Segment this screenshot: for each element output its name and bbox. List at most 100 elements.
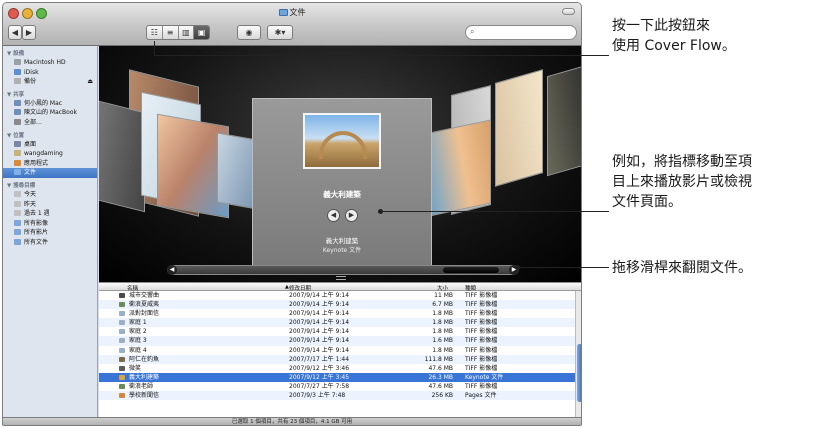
sidebar-item-label: 桌面 xyxy=(24,140,37,148)
search-icon: ⌕ xyxy=(470,27,475,36)
cover-flow-button[interactable]: ▣ xyxy=(194,26,209,39)
cell-name: 家庭 4 xyxy=(129,346,147,354)
sidebar-item[interactable]: 何小鳳的 Mac xyxy=(3,99,97,109)
view-mode-control[interactable]: ☷ ≡ ▥ ▣ xyxy=(146,25,210,40)
cell-date: 2007/9/14 上午 9:14 xyxy=(289,337,350,345)
file-icon xyxy=(119,374,125,380)
cell-date: 2007/9/14 上午 9:14 xyxy=(289,328,350,336)
sidebar-item[interactable]: 應用程式 xyxy=(3,159,97,169)
table-row[interactable]: 衝浪夏威夷 2007/9/14 上午 9:14 6.7 MB TIFF 影像檔 xyxy=(99,300,575,310)
cell-size: 26.3 MB xyxy=(428,373,453,381)
slider-thumb[interactable] xyxy=(443,267,499,273)
cell-name: 學校新聞信 xyxy=(129,392,160,400)
file-icon xyxy=(119,320,125,326)
colosseum-thumbnail xyxy=(303,113,381,169)
cell-date: 2007/9/14 上午 9:14 xyxy=(289,310,350,318)
sidebar-item[interactable]: Macintosh HD xyxy=(3,58,97,68)
smart-folder-icon xyxy=(14,219,21,226)
slider-left-arrow[interactable]: ◀ xyxy=(167,265,177,275)
table-row[interactable]: 家庭 1 2007/9/14 上午 9:14 1.8 MB TIFF 影像檔 xyxy=(99,318,575,328)
cover-flow-slider[interactable]: ◀ ▶ xyxy=(167,265,519,275)
file-icon xyxy=(119,356,125,362)
table-row[interactable]: 家庭 3 2007/9/14 上午 9:14 1.6 MB TIFF 影像檔 xyxy=(99,336,575,346)
cell-name: 家庭 1 xyxy=(129,319,147,327)
file-icon xyxy=(119,311,125,317)
resize-grip[interactable] xyxy=(336,276,346,280)
leader-line xyxy=(154,55,609,56)
cover-item[interactable] xyxy=(99,99,145,213)
sidebar-section-header[interactable]: ▼ 位置 xyxy=(3,128,97,140)
list-scrollbar[interactable] xyxy=(575,291,581,417)
file-icon xyxy=(119,383,125,389)
table-row[interactable]: 學校新聞信 2007/9/3 上午 7:48 256 KB Pages 文件 xyxy=(99,391,575,401)
table-row[interactable]: 派對封面信 2007/9/14 上午 9:14 1.8 MB TIFF 影像檔 xyxy=(99,309,575,318)
cell-size: 1.8 MB xyxy=(432,346,453,354)
sidebar-section-header[interactable]: ▼ 搜尋目標 xyxy=(3,178,97,190)
file-icon xyxy=(119,329,125,335)
column-view-button[interactable]: ▥ xyxy=(179,26,195,39)
file-icon xyxy=(119,302,125,308)
previous-page-button[interactable]: ◀ xyxy=(327,209,340,222)
cover-item-beach-photo[interactable] xyxy=(429,119,491,217)
forward-button[interactable]: ▶ xyxy=(22,25,36,40)
search-field[interactable]: ⌕ xyxy=(465,25,577,40)
cell-name: 家庭 3 xyxy=(129,337,147,345)
sidebar-item-label: wangdaming xyxy=(24,150,63,158)
table-row[interactable]: 家庭 4 2007/9/14 上午 9:14 1.8 MB TIFF 影像檔 xyxy=(99,346,575,355)
smart-folder-icon xyxy=(14,229,21,236)
sidebar-item[interactable]: 桌面 xyxy=(3,140,97,150)
cell-kind: TIFF 影像檔 xyxy=(465,310,498,318)
list-header: 名稱 ▲ 修改日期 大小 種類 xyxy=(99,282,581,292)
sidebar-item[interactable]: wangdaming xyxy=(3,149,97,159)
table-row[interactable]: 衝浪老師 2007/7/27 上午 7:58 47.6 MB TIFF 影像檔 xyxy=(99,382,575,391)
sidebar-item-label: 何小鳳的 Mac xyxy=(24,99,63,107)
sidebar-item-label: 過去 1 週 xyxy=(24,210,50,218)
leader-line xyxy=(380,211,609,212)
computer-icon xyxy=(14,99,21,106)
sidebar-item-label: 應用程式 xyxy=(24,159,49,167)
cell-name: 阿仁在釣魚 xyxy=(129,355,160,363)
callout-text: 文件頁面。 xyxy=(612,194,682,210)
cover-flow-area[interactable]: 義大利建築 ◀ ▶ 義大利建築 Keynote 文件 ◀ ▶ xyxy=(99,46,581,282)
eject-icon[interactable]: ⏏ xyxy=(87,77,93,87)
table-row[interactable]: 城市交響曲 2007/9/14 上午 9:14 11 MB TIFF 影像檔 xyxy=(99,291,575,300)
table-row[interactable]: 義大利建築 2007/9/12 上午 3:45 26.3 MB Keynote 文件 xyxy=(99,372,575,382)
next-page-button[interactable]: ▶ xyxy=(345,209,358,222)
toolbar-toggle-button[interactable] xyxy=(562,8,575,15)
table-row[interactable]: 微笑 2007/9/12 上午 3:46 47.6 MB TIFF 影像檔 xyxy=(99,364,575,373)
sidebar-item[interactable]: 所有影像 xyxy=(3,219,97,229)
file-icon xyxy=(119,347,125,353)
sidebar-item[interactable]: 全部… xyxy=(3,118,97,128)
sidebar-item[interactable]: 所有影片 xyxy=(3,228,97,238)
cover-title: 義大利建築 xyxy=(323,190,361,199)
table-row[interactable]: 家庭 2 2007/9/14 上午 9:14 1.8 MB TIFF 影像檔 xyxy=(99,327,575,336)
sidebar-item[interactable]: 所有文件 xyxy=(3,238,97,248)
sidebar-section-header[interactable]: ▼ 設備 xyxy=(3,46,97,58)
scrollbar-thumb[interactable] xyxy=(577,344,581,402)
hard-disk-icon xyxy=(14,59,21,65)
file-icon xyxy=(119,393,125,399)
quick-look-button[interactable]: ◉ xyxy=(237,25,261,40)
sidebar-item[interactable]: 陳文山的 MacBook xyxy=(3,108,97,118)
sidebar-item[interactable]: 備份 ⏏ xyxy=(3,77,97,87)
sidebar-item[interactable]: 昨天 xyxy=(3,200,97,210)
sidebar-item[interactable]: 過去 1 週 xyxy=(3,209,97,219)
back-button[interactable]: ◀ xyxy=(8,25,22,40)
sidebar-item-label: 昨天 xyxy=(24,200,37,208)
action-menu-button[interactable]: ✱▾ xyxy=(267,25,293,40)
cover-item[interactable] xyxy=(495,69,543,187)
icon-view-button[interactable]: ☷ xyxy=(147,26,163,39)
cover-item[interactable] xyxy=(217,132,257,210)
sidebar-item[interactable]: 文件 xyxy=(3,168,97,178)
toolbar: 文件 ◀ ▶ ☷ ≡ ▥ ▣ ◉ ✱▾ ⌕ xyxy=(3,3,581,46)
table-row[interactable]: 阿仁在釣魚 2007/7/17 上午 1:44 111.8 MB TIFF 影像檔 xyxy=(99,354,575,364)
list-view-button[interactable]: ≡ xyxy=(163,26,179,39)
cover-item[interactable] xyxy=(547,63,581,177)
cell-date: 2007/9/14 上午 9:14 xyxy=(289,319,350,327)
sidebar-section-header[interactable]: ▼ 共享 xyxy=(3,87,97,99)
sidebar: ▼ 設備 Macintosh HD iDisk 備份 ⏏ ▼ 共享 何小鳳的 Mac 陳文山的… xyxy=(3,46,98,417)
sidebar-item[interactable]: 今天 xyxy=(3,190,97,200)
selected-cover[interactable]: 義大利建築 ◀ ▶ 義大利建築 Keynote 文件 xyxy=(252,98,432,268)
cell-size: 1.8 MB xyxy=(432,310,453,318)
sidebar-item[interactable]: iDisk xyxy=(3,68,97,78)
